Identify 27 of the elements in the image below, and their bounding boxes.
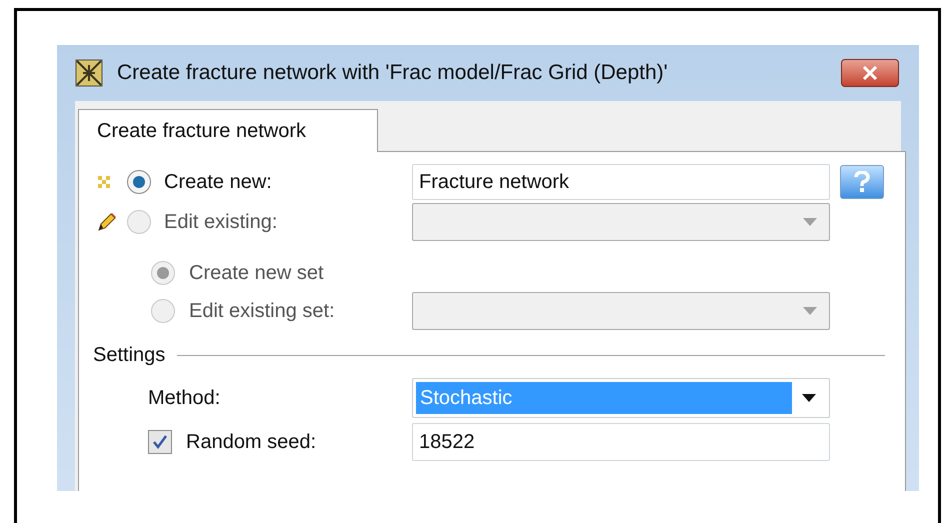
window-title: Create fracture network with 'Frac model/Frac Grid (Depth)': [117, 60, 668, 86]
option-label: Edit existing:: [164, 210, 278, 235]
question-icon: [854, 171, 870, 193]
close-icon: [862, 66, 878, 80]
sparkle-icon: [97, 175, 111, 189]
option-label: Edit existing set:: [189, 299, 336, 324]
help-button[interactable]: [840, 165, 884, 199]
option-label: Create new set: [189, 261, 325, 286]
fracture-icon: [75, 59, 103, 87]
option-label: Create new:: [164, 170, 273, 195]
checkbox[interactable]: [148, 430, 172, 454]
section-title: Settings: [93, 343, 166, 368]
name-field[interactable]: Fracture network: [412, 164, 830, 200]
seed-field[interactable]: 18522: [412, 423, 830, 461]
existing-dropdown[interactable]: [412, 203, 830, 241]
check-icon: [152, 434, 168, 450]
radio-button[interactable]: [127, 170, 151, 194]
caret-icon: [803, 307, 817, 315]
method-label: Method:: [147, 386, 222, 411]
set-dropdown[interactable]: [412, 292, 830, 330]
pencil-icon: [97, 212, 117, 232]
tab[interactable]: Create fracture network: [78, 109, 378, 152]
close-button[interactable]: [841, 59, 899, 87]
checkbox-label: Random seed:: [186, 430, 316, 455]
caret-icon: [803, 218, 817, 226]
method-value: Stochastic: [416, 382, 792, 414]
caret-icon: [802, 394, 816, 402]
